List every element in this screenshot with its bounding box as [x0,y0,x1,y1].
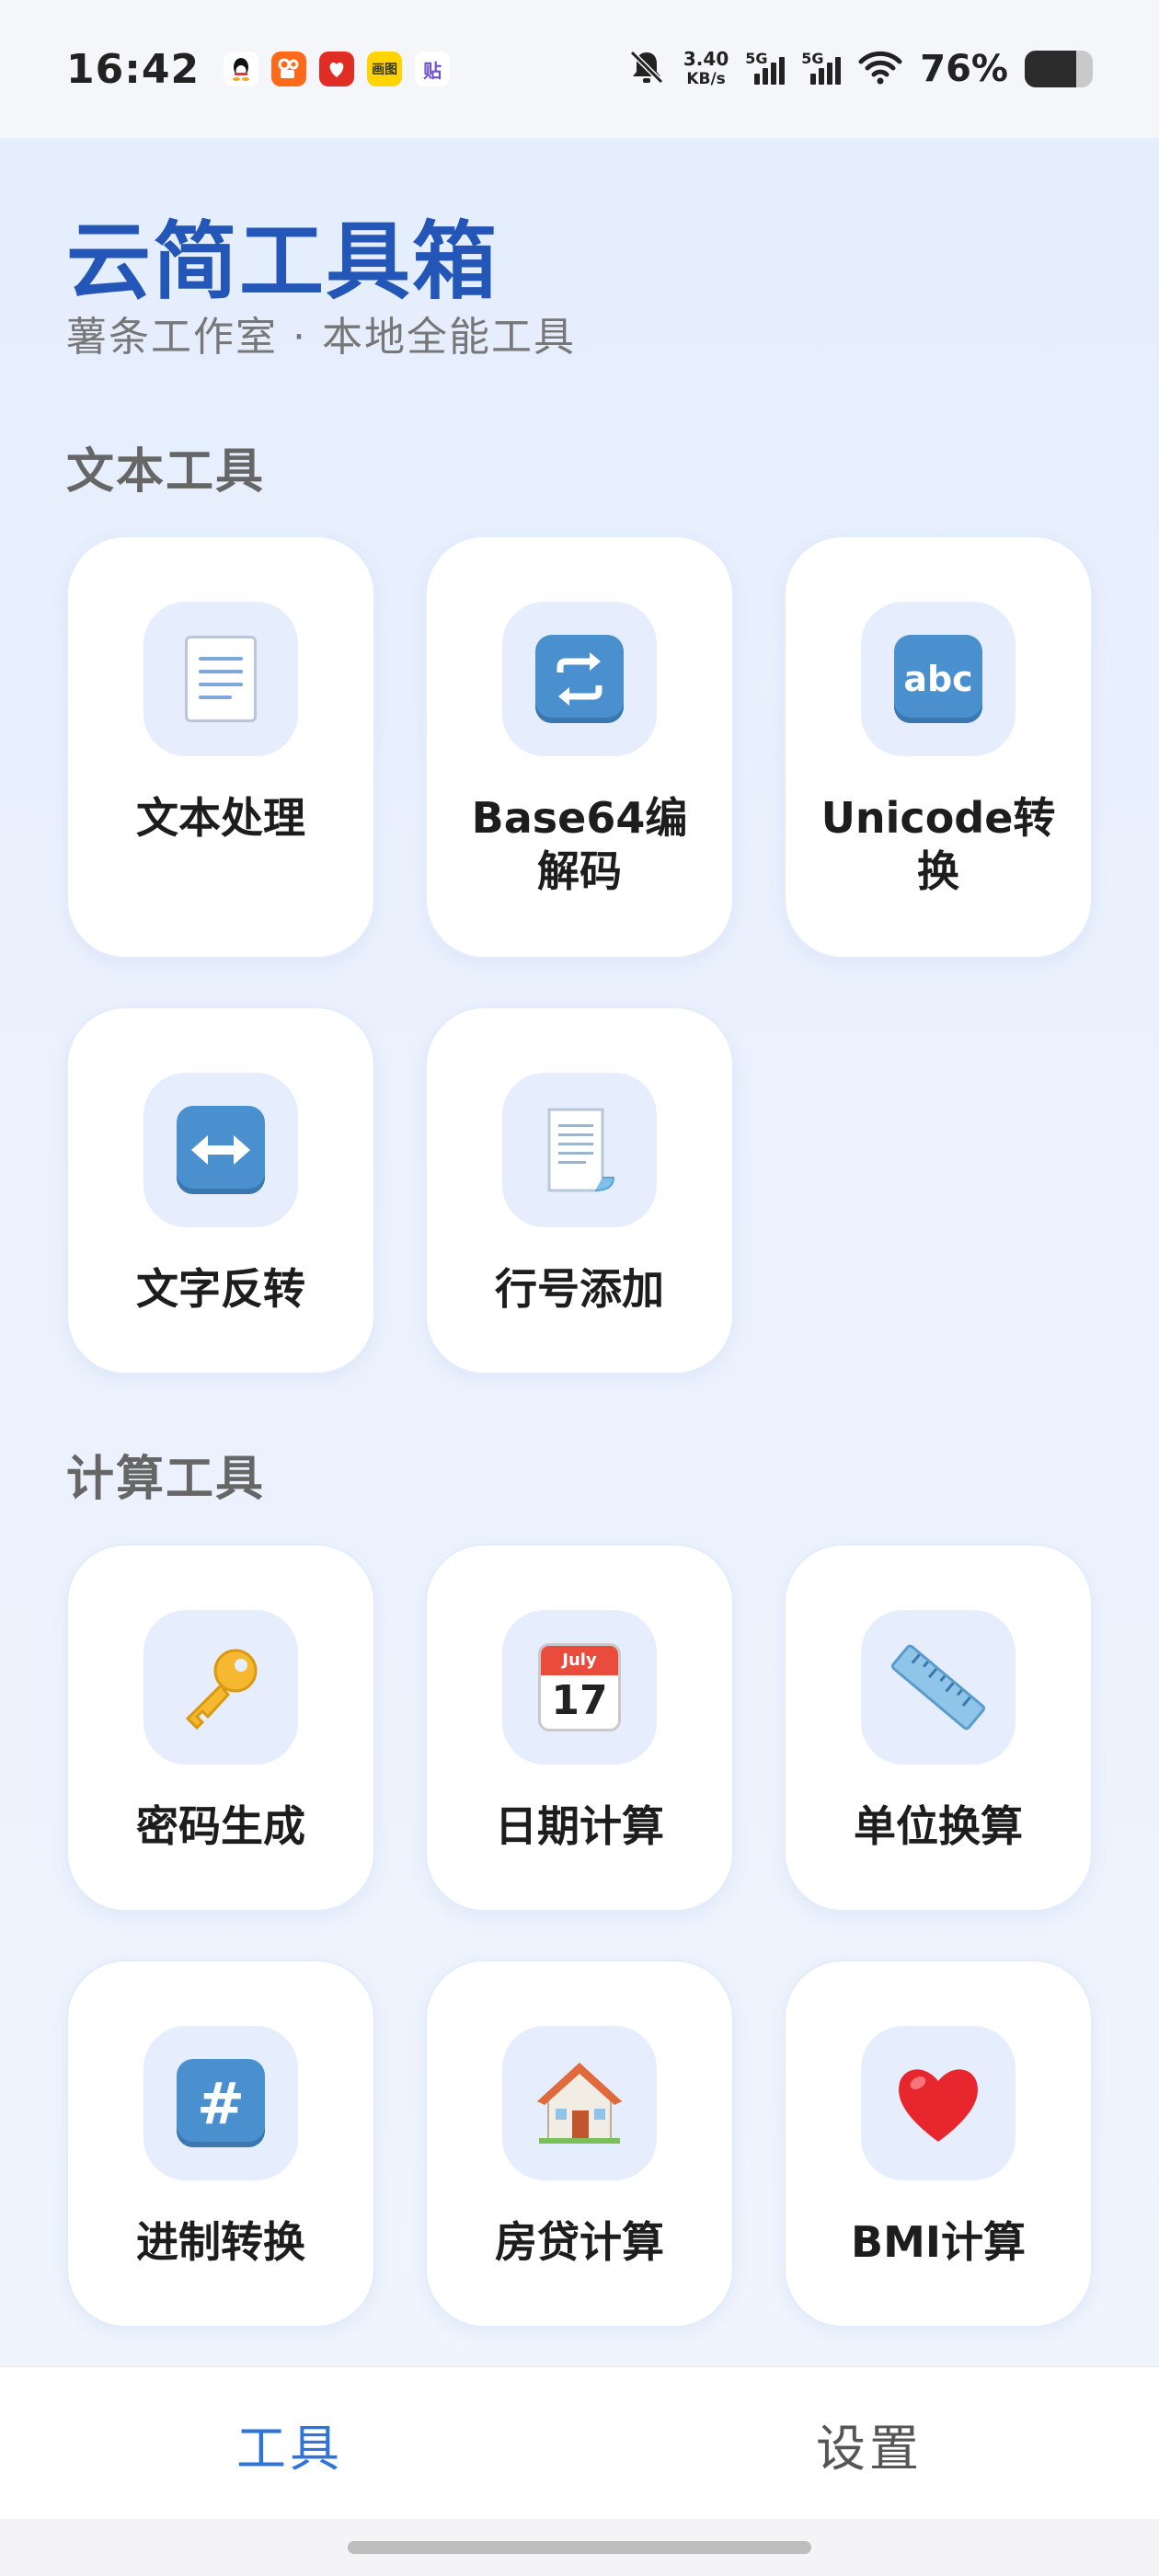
page-curl-icon [547,1108,615,1192]
qq-icon [224,52,259,86]
text-tools-grid: 文本处理 Base64编解码 abc Unicode转换 文字反转 行号添加 [66,535,1093,1374]
tool-icon-bg [861,1610,1016,1765]
tool-icon-bg [143,1073,298,1227]
bottom-nav: 工具 设置 [0,2366,1159,2520]
section-title-text-tools: 文本工具 [66,444,266,500]
heart-icon [899,2069,978,2142]
battery-percent: 76% [920,48,1008,90]
tool-label: Base64编解码 [471,793,688,896]
tool-card-bmi[interactable]: BMI计算 [784,1960,1093,2328]
tool-label: 行号添加 [495,1264,664,1314]
tool-icon-bg: # [143,2026,298,2180]
calendar-month: July [541,1646,618,1675]
calendar-day: 17 [551,1677,608,1724]
tool-card-mortgage[interactable]: 房贷计算 [425,1960,734,2328]
net-speed-value: 3.40 [683,48,729,70]
abc-icon: abc [894,635,982,723]
signal-icon: 5G [745,50,786,85]
tool-icon-bg [502,1073,657,1227]
tool-label: Unicode转换 [820,793,1056,896]
pinduoduo-icon [319,52,355,86]
left-right-arrow-icon [177,1106,265,1194]
tool-label: 单位换算 [854,1801,1023,1851]
tool-label: 房贷计算 [495,2217,664,2267]
tool-card-line-numbers[interactable]: 行号添加 [425,1006,734,1374]
tool-icon-bg: abc [861,602,1016,756]
calendar-icon: July 17 [538,1643,621,1731]
kuaishou-icon [271,52,307,86]
mute-bell-icon [626,47,667,91]
app-subtitle: 薯条工作室 · 本地全能工具 [66,314,576,361]
tool-label: BMI计算 [851,2217,1026,2267]
tool-card-text-reverse[interactable]: 文字反转 [66,1006,375,1374]
signal-label-2: 5G [801,50,824,67]
tool-label: 密码生成 [136,1801,305,1851]
keycap-hash-icon: # [177,2059,265,2147]
notification-icons: 画图 贴 [224,52,451,86]
ruler-icon [889,1642,988,1732]
tool-label: 进制转换 [136,2217,305,2267]
signal-icon-2: 5G [801,50,842,85]
tool-card-text-processing[interactable]: 文本处理 [66,535,375,959]
calc-tools-grid: 密码生成 July 17 日期计算 单位换算 # 进制转换 房贷计算 BMI计算 [66,1544,1093,2328]
net-speed-unit: KB/s [686,70,726,88]
page-document-icon [185,636,257,722]
tool-label: 日期计算 [495,1801,664,1851]
tool-card-base-convert[interactable]: # 进制转换 [66,1960,375,2328]
key-icon [185,1649,258,1731]
tieba-icon: 贴 [415,52,451,86]
tool-icon-bg [143,602,298,756]
tool-card-base64[interactable]: Base64编解码 [425,535,734,959]
tool-icon-bg [861,2026,1016,2180]
app-title: 云简工具箱 [66,213,499,311]
section-title-calc-tools: 计算工具 [66,1452,266,1507]
signal-label: 5G [745,50,768,67]
net-speed: 3.40 KB/s [683,49,729,89]
tab-settings[interactable]: 设置 [580,2367,1159,2520]
wifi-icon [857,49,903,89]
status-time: 16:42 [66,45,201,93]
home-indicator[interactable] [348,2541,811,2554]
house-icon [536,2063,623,2144]
tool-card-date[interactable]: July 17 日期计算 [425,1544,734,1912]
tool-label: 文字反转 [136,1264,305,1314]
tool-icon-bg [502,602,657,756]
tool-card-password[interactable]: 密码生成 [66,1544,375,1912]
arrows-repeat-icon [535,635,624,723]
tool-card-unicode[interactable]: abc Unicode转换 [784,535,1093,959]
tab-tools[interactable]: 工具 [0,2367,580,2520]
app-icon: 画图 [367,52,403,86]
tool-icon-bg [502,2026,657,2180]
status-bar: 16:42 画图 贴 3.40 KB/s 5G 5G 76% [0,0,1159,138]
tool-icon-bg [143,1610,298,1765]
battery-icon [1025,51,1093,87]
tool-card-unit-convert[interactable]: 单位换算 [784,1544,1093,1912]
tool-label: 文本处理 [136,793,305,843]
tool-icon-bg: July 17 [502,1610,657,1765]
